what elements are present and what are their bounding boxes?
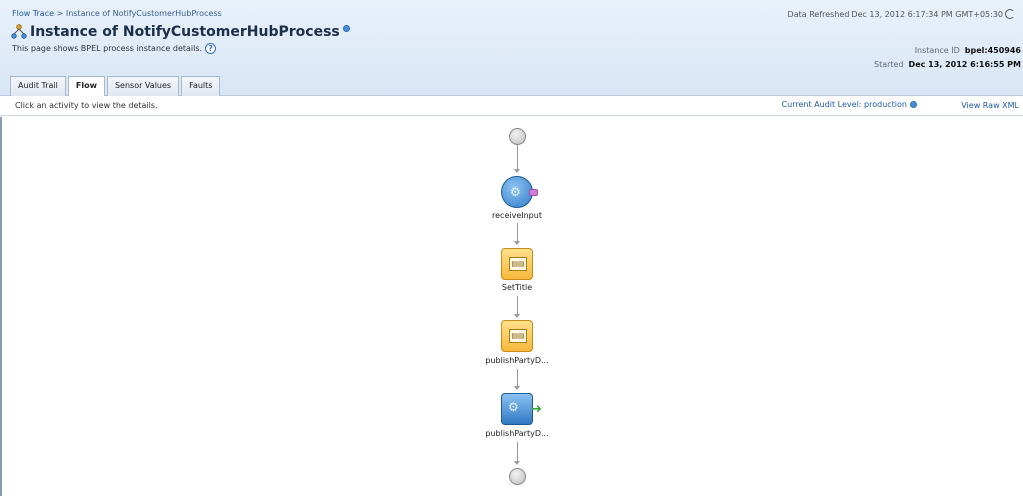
- outbound-arrow-icon: ➜: [531, 402, 542, 417]
- started-label: Started: [874, 60, 904, 69]
- flow-arrow: [514, 241, 520, 245]
- publish-party-assign-label[interactable]: publishPartyD...: [460, 356, 574, 365]
- info-icon: [910, 101, 917, 108]
- page-title: Instance of NotifyCustomerHubProcess: [30, 24, 340, 40]
- refresh-icon[interactable]: [1005, 9, 1015, 19]
- tab-bar: Audit Trail Flow Sensor Values Faults: [10, 76, 222, 97]
- receive-input-node[interactable]: ⚙: [501, 176, 538, 208]
- breadcrumb: Flow Trace > Instance of NotifyCustomerH…: [12, 9, 222, 18]
- set-title-node[interactable]: ▤▤: [501, 248, 533, 280]
- flow-diagram: [0, 117, 1023, 496]
- data-refreshed-timestamp: Dec 13, 2012 6:17:34 PM GMT+05:30: [851, 9, 1003, 19]
- breadcrumb-flow-trace-link[interactable]: Flow Trace: [12, 9, 54, 18]
- tab-sensor-values[interactable]: Sensor Values: [106, 76, 180, 96]
- flow-connector: [517, 442, 518, 462]
- page-subtitle: This page shows BPEL process instance de…: [12, 43, 217, 54]
- publish-party-invoke-label[interactable]: publishPartyD...: [460, 429, 574, 438]
- flow-connector: [517, 369, 518, 387]
- data-refreshed: Data Refreshed Dec 13, 2012 6:17:34 PM G…: [788, 9, 1015, 19]
- flow-connector: [517, 296, 518, 315]
- tab-flow[interactable]: Flow: [67, 76, 105, 97]
- info-icon[interactable]: [342, 24, 350, 32]
- process-icon: [11, 24, 27, 39]
- title-row: Instance of NotifyCustomerHubProcess: [11, 24, 350, 40]
- instance-id-row: Instance ID bpel:450946: [874, 44, 1021, 58]
- view-raw-xml-link[interactable]: View Raw XML: [961, 101, 1019, 110]
- gear-icon: ⚙: [508, 400, 519, 414]
- started-value: Dec 13, 2012 6:16:55 PM: [908, 60, 1021, 69]
- flow-toolbar: Click an activity to view the details. C…: [0, 96, 1023, 116]
- publish-party-assign-node[interactable]: ▤▤: [501, 320, 533, 352]
- flow-arrow: [514, 386, 520, 390]
- receive-input-label[interactable]: receiveInput: [460, 211, 574, 220]
- tab-faults[interactable]: Faults: [181, 76, 221, 96]
- flow-connector: [517, 145, 518, 170]
- gear-icon: ⚙: [510, 185, 521, 199]
- assign-icon: ▤▤: [509, 329, 527, 343]
- breadcrumb-separator: >: [54, 9, 66, 18]
- set-title-label[interactable]: SetTitle: [460, 283, 574, 292]
- page-subtitle-text: This page shows BPEL process instance de…: [12, 44, 203, 53]
- flow-arrow: [514, 314, 520, 318]
- tab-audit-trail[interactable]: Audit Trail: [10, 76, 66, 96]
- assign-icon: ▤▤: [509, 257, 527, 271]
- flow-arrow: [514, 169, 520, 173]
- breadcrumb-current: Instance of NotifyCustomerHubProcess: [65, 9, 222, 18]
- data-refreshed-label: Data Refreshed: [787, 9, 850, 19]
- flow-connector: [517, 223, 518, 242]
- flow-arrow: [514, 461, 520, 465]
- flow-end-node[interactable]: [509, 468, 526, 485]
- instance-id-label: Instance ID: [914, 46, 960, 55]
- started-row: Started Dec 13, 2012 6:16:55 PM: [874, 58, 1021, 72]
- instance-meta: Instance ID bpel:450946 Started Dec 13, 20…: [874, 44, 1021, 72]
- flow-start-node[interactable]: [509, 128, 526, 145]
- audit-level-text: Current Audit Level: production: [781, 100, 907, 109]
- instance-id-value: bpel:450946: [964, 46, 1021, 55]
- publish-party-invoke-node[interactable]: ⚙ ➜: [501, 393, 542, 425]
- page-header: Flow Trace > Instance of NotifyCustomerH…: [0, 0, 1023, 97]
- message-port-icon: [529, 189, 538, 196]
- flow-hint: Click an activity to view the details.: [15, 101, 158, 110]
- help-icon[interactable]: ?: [205, 43, 217, 54]
- audit-level-link[interactable]: Current Audit Level: production: [782, 100, 917, 109]
